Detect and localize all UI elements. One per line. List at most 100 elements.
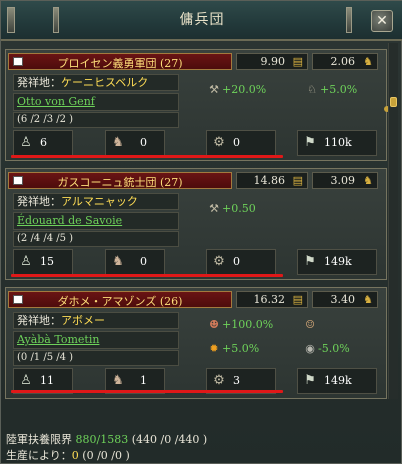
manpower-icon: ⚑	[304, 135, 316, 150]
infantry-icon: ♙	[20, 135, 32, 150]
origin-field: 発祥地：アルマニャック	[13, 193, 179, 210]
artillery-icon: ⚙	[213, 254, 225, 269]
cavalry-count: 0	[140, 136, 147, 149]
cavalry-icon: ♞	[112, 254, 124, 269]
production-value: 0	[71, 449, 79, 462]
modifier-item: ⚒ +20.0%	[206, 83, 266, 97]
cost-box: 14.86 ▤	[236, 172, 308, 189]
close-button[interactable]: ✕	[371, 10, 393, 32]
modifier-value: -5.0%	[318, 342, 350, 355]
shield-icon: ◉	[305, 342, 315, 355]
origin-value[interactable]: アルマニャック	[61, 195, 138, 208]
modifier-panel: ⚒ +20.0% ♘ +5.0%	[184, 74, 390, 128]
scrollbar[interactable]	[388, 43, 398, 399]
cavalry-slot[interactable]: ♞ 0	[105, 249, 165, 275]
commander-link[interactable]: Otto von Genf	[13, 93, 179, 111]
manpower-count: 149k	[324, 374, 352, 387]
regiment-count: (27)	[159, 176, 183, 189]
modifier-value: +20.0%	[222, 83, 267, 96]
regiment-card[interactable]: プロイセン義勇軍団 (27) 9.90 ▤ 2.06 ♞ 発祥地：ケーニヒスベル…	[5, 49, 390, 161]
modifier-panel: ⚒ +0.50	[184, 193, 384, 247]
regiment-title-bar: ダホメ・アマゾンズ (26)	[8, 291, 232, 308]
manpower-count: 110k	[324, 136, 352, 149]
commander-link[interactable]: Édouard de Savoie	[13, 212, 179, 230]
regiment-count: (26)	[159, 295, 183, 308]
origin-value[interactable]: ケーニヒスベルク	[61, 76, 148, 89]
infantry-count: 15	[40, 255, 54, 268]
regiment-card[interactable]: ダホメ・アマゾンズ (26) 16.32 ▤ 3.40 ♞ 発祥地：アボメー A…	[5, 287, 387, 399]
manpower-slot[interactable]: ⚑ 149k	[297, 368, 377, 394]
modifier-value: +5.0%	[222, 342, 260, 355]
cavalry-count: 1	[140, 374, 147, 387]
origin-value[interactable]: アボメー	[61, 314, 105, 327]
unit-row: ♙ 15 ♞ 0 ⚙ 0 ⚑ 149k	[13, 249, 383, 277]
modifier-value: +5.0%	[320, 83, 358, 96]
cost-value: 14.86	[253, 174, 286, 187]
manpower-icon: ⚑	[304, 254, 316, 269]
commander-skills: (2 /4 /4 /5 )	[13, 231, 179, 247]
highlight-underline	[11, 390, 283, 393]
cost-box: 16.32 ▤	[236, 291, 308, 308]
cannon-icon: ⚒	[209, 202, 219, 215]
maintenance-value: 2.06	[330, 55, 356, 68]
modifier-item: ♘ +5.0%	[304, 83, 357, 97]
cavalry-count: 0	[140, 255, 147, 268]
cannon-icon: ⚒	[209, 83, 219, 96]
modifier-item: ◉ -5.0%	[302, 342, 350, 356]
infantry-count: 6	[40, 136, 47, 149]
highlight-underline	[11, 155, 283, 158]
commander-link[interactable]: Ayàbà Tometin	[13, 331, 179, 349]
manpower-count: 149k	[324, 255, 352, 268]
soldier-coin-icon: ♞	[363, 174, 373, 187]
manpower-slot[interactable]: ⚑ 149k	[297, 249, 377, 275]
bust-icon: ☻	[209, 318, 219, 331]
regiment-card[interactable]: ガスコーニュ銃士団 (27) 14.86 ▤ 3.09 ♞ 発祥地：アルマニャッ…	[5, 168, 387, 280]
force-limit-row: 陸軍扶養限界 880/1583 (440 /0 /440 )	[6, 431, 207, 447]
cavalry-slot[interactable]: ♞ 0	[105, 130, 165, 156]
coin-stack-icon: ▤	[292, 174, 303, 187]
origin-label: 発祥地：	[17, 76, 61, 89]
infantry-icon: ♙	[20, 373, 32, 388]
coin-stack-icon: ▤	[292, 293, 303, 306]
modifier-item: ✹ +5.0%	[206, 342, 259, 356]
regiment-count: (27)	[159, 57, 183, 70]
soldier-coin-icon: ♞	[363, 293, 373, 306]
cost-value: 9.90	[260, 55, 286, 68]
soldier-coin-icon: ♞	[363, 55, 373, 68]
manpower-slot[interactable]: ⚑ 110k	[297, 130, 377, 156]
origin-field: 発祥地：ケーニヒスベルク	[13, 74, 179, 91]
fire-icon: ✹	[209, 342, 219, 355]
horse-icon: ♘	[307, 83, 317, 96]
maintenance-box: 2.06 ♞	[312, 53, 378, 70]
modifier-item: ☻ +100.0%	[206, 318, 273, 332]
close-icon: ✕	[376, 13, 388, 29]
artillery-slot[interactable]: ⚙ 0	[206, 249, 276, 275]
production-breakdown: (0 /0 /0 )	[82, 449, 130, 462]
modifier-panel: ☻ +100.0% ☺ ✹ +5.0% ◉ -5.0%	[184, 312, 384, 366]
regiment-title-bar: ガスコーニュ銃士団 (27)	[8, 172, 232, 189]
manpower-icon: ⚑	[304, 373, 316, 388]
regiment-name: ダホメ・アマゾンズ	[57, 295, 157, 308]
infantry-slot[interactable]: ♙ 6	[13, 130, 73, 156]
force-limit-breakdown: (440 /0 /440 )	[131, 433, 208, 446]
commander-skills: (6 /2 /3 /2 )	[13, 112, 179, 128]
window-title: 傭兵団	[179, 12, 225, 28]
cost-value: 16.32	[253, 293, 286, 306]
modifier-value: +100.0%	[222, 318, 274, 331]
origin-label: 発祥地：	[17, 314, 61, 327]
infantry-count: 11	[40, 374, 54, 387]
maintenance-value: 3.40	[330, 293, 356, 306]
artillery-icon: ⚙	[213, 373, 225, 388]
coin-stack-icon: ▤	[292, 55, 303, 68]
regiment-name: プロイセン義勇軍団	[57, 57, 157, 70]
scrollbar-thumb[interactable]	[390, 97, 397, 107]
force-limit-label: 陸軍扶養限界	[6, 433, 72, 446]
maintenance-value: 3.09	[330, 174, 356, 187]
cavalry-icon: ♞	[112, 135, 124, 150]
footer-panel: 陸軍扶養限界 880/1583 (440 /0 /440 ) 生産により：0 (…	[1, 421, 402, 464]
force-limit-value: 880/1583	[75, 433, 129, 446]
modifier-item: ⚒ +0.50	[206, 202, 256, 216]
cost-box: 9.90 ▤	[236, 53, 308, 70]
artillery-slot[interactable]: ⚙ 0	[206, 130, 276, 156]
infantry-slot[interactable]: ♙ 15	[13, 249, 73, 275]
